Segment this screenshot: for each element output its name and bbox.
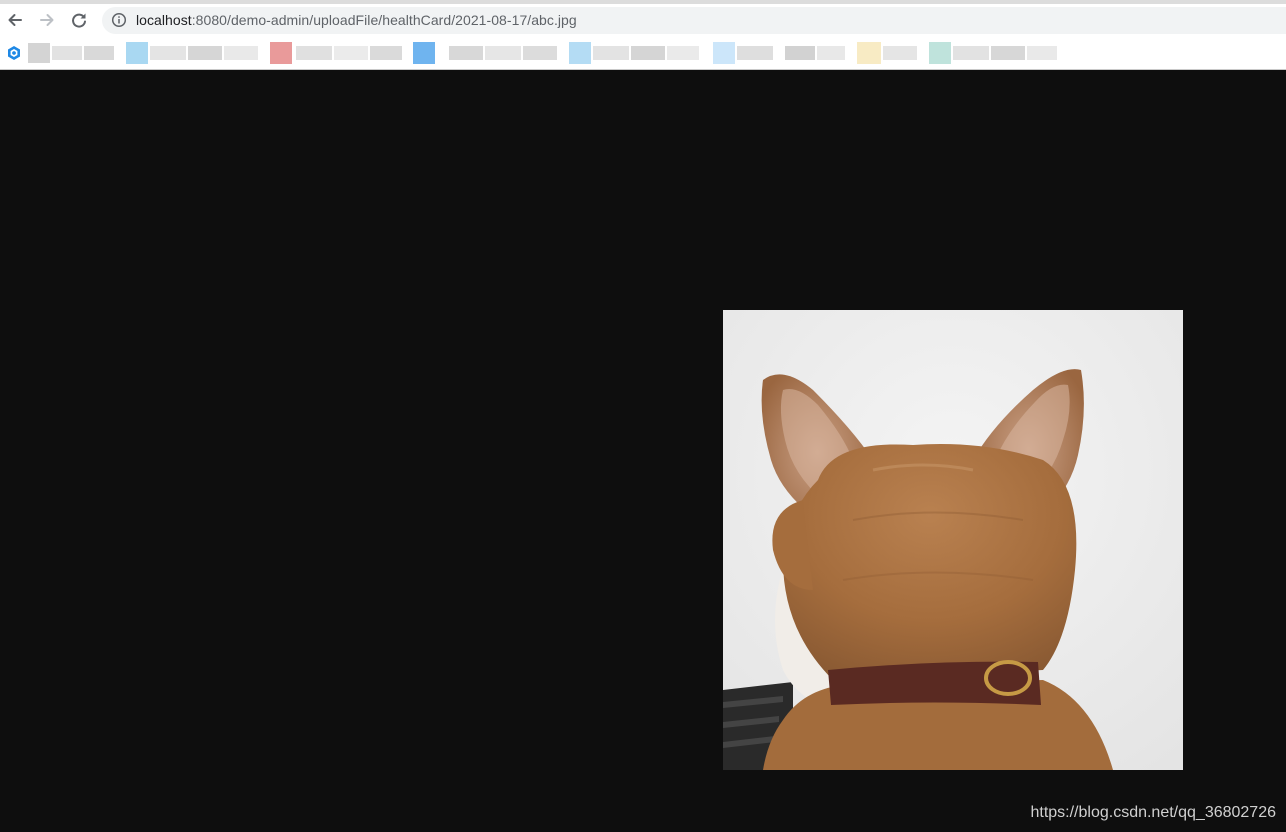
- forward-button[interactable]: [35, 8, 59, 32]
- info-icon[interactable]: [111, 12, 127, 28]
- bookmark-item[interactable]: [929, 40, 1061, 66]
- watermark-text: https://blog.csdn.net/qq_36802726: [1030, 804, 1276, 821]
- bookmarks-bar: [0, 36, 1286, 70]
- bookmark-item[interactable]: [857, 40, 919, 66]
- cube-icon[interactable]: [6, 45, 22, 61]
- url-text[interactable]: localhost:8080/demo-admin/uploadFile/hea…: [136, 12, 577, 28]
- arrow-right-icon: [40, 14, 54, 26]
- cat-photo[interactable]: [723, 310, 1183, 770]
- bookmark-item[interactable]: [569, 40, 701, 66]
- bookmark-item[interactable]: [126, 40, 260, 66]
- url-path: :8080/demo-admin/uploadFile/healthCard/2…: [191, 12, 577, 28]
- bookmark-item[interactable]: [413, 40, 559, 66]
- arrow-left-icon: [8, 14, 22, 26]
- address-bar[interactable]: localhost:8080/demo-admin/uploadFile/hea…: [102, 7, 1286, 34]
- reload-icon: [72, 13, 86, 28]
- cat-illustration: [723, 310, 1183, 770]
- url-host: localhost: [136, 12, 192, 28]
- browser-toolbar: localhost:8080/demo-admin/uploadFile/hea…: [0, 4, 1286, 36]
- bookmark-item[interactable]: [270, 40, 404, 66]
- bookmark-item[interactable]: [28, 40, 116, 66]
- reload-button[interactable]: [67, 8, 91, 32]
- back-button[interactable]: [3, 8, 27, 32]
- bookmark-item[interactable]: [713, 40, 847, 66]
